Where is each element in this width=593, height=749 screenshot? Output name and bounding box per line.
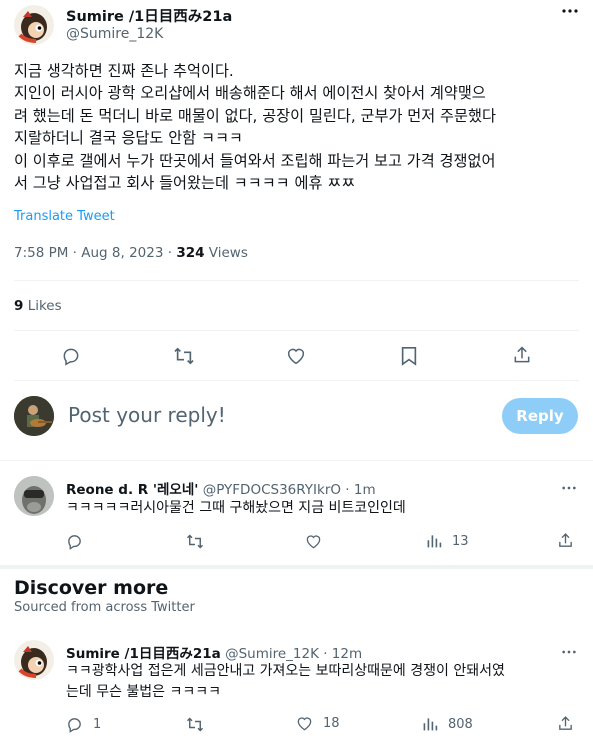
divider	[14, 280, 579, 281]
author-avatar[interactable]	[14, 5, 54, 45]
discover-replies-count: 1	[93, 717, 102, 732]
discover-text-line: ㅋㅋ광학사업 접은게 세금안내고 가져오는 보따리상때문에 경쟁이 안돼서였	[66, 663, 505, 679]
discover-replies[interactable]: 1	[66, 716, 101, 733]
reply-author-name[interactable]: Reone d. R '레오네'	[66, 482, 198, 498]
tweet-text-line: 려 했는데 돈 먹더니 바로 매물이 없다, 공장이 밀린다, 군부가 먼저 주…	[14, 106, 496, 125]
discover-retweet-icon[interactable]	[186, 716, 204, 733]
reply-button[interactable]: Reply	[502, 398, 578, 434]
tweet-text-line: 지랄하더니 결국 응답도 안함 ㅋㅋㅋ	[14, 129, 243, 148]
reply-views[interactable]: 13	[426, 533, 469, 549]
discover-author-handle[interactable]: @Sumire_12K	[225, 646, 319, 662]
user-avatar	[14, 396, 54, 436]
discover-share-icon[interactable]	[557, 715, 574, 732]
discover-likes-count: 18	[323, 716, 340, 731]
author-name[interactable]: Sumire /1日目西み21a	[66, 5, 232, 26]
tweet-text: 지금 생각하면 진짜 존나 추억이다. 지인이 러시아 광학 오리샵에서 배송해…	[14, 60, 584, 194]
share-icon[interactable]	[512, 345, 532, 365]
reply-icon[interactable]	[61, 346, 81, 366]
tweet-text-line: 지금 생각하면 진짜 존나 추억이다.	[14, 62, 234, 80]
like-icon[interactable]	[286, 347, 306, 365]
tweet-text-line: 서 그냥 사업접고 회사 들어왔는데 ㅋㅋㅋㅋ 에휴 ㅉㅉ	[14, 174, 356, 193]
discover-author-avatar[interactable]	[14, 640, 54, 680]
discover-text-line: 는데 무슨 불법은 ㅋㅋㅋㅋ	[66, 684, 222, 700]
divider	[14, 330, 579, 331]
reply-author-handle[interactable]: @PYFDOCS36RYIkrO	[203, 482, 341, 498]
tweet-timestamp[interactable]: 7:58 PM · Aug 8, 2023 ·	[14, 245, 176, 261]
views-icon	[427, 535, 442, 548]
discover-like-icon	[297, 717, 312, 731]
likes-label: Likes	[23, 298, 62, 314]
discover-views[interactable]: 808	[422, 716, 473, 732]
reply-retweet-icon[interactable]	[186, 533, 204, 550]
views-label: Views	[204, 245, 248, 261]
discover-time[interactable]: · 12m	[319, 646, 362, 662]
reply-author-avatar[interactable]	[14, 476, 54, 516]
discover-reply-icon	[68, 718, 81, 733]
discover-likes[interactable]: 18	[296, 716, 340, 731]
likes-count: 9	[14, 298, 24, 314]
author-handle[interactable]: @Sumire_12K	[66, 26, 163, 42]
tweet-text-line: 이 이후로 갤에서 누가 딴곳에서 들여와서 조립해 파는거 보고 가격 경쟁없…	[14, 151, 496, 170]
likes-stat[interactable]: 9 Likes	[14, 298, 62, 314]
tweet-text-line: 지인이 러시아 광학 오리샵에서 배송해준다 해서 에이전시 찾아서 계약맺으	[14, 84, 486, 103]
discover-author-name[interactable]: Sumire /1日目西み21a	[66, 646, 221, 662]
divider	[14, 380, 579, 381]
reply-text: ㅋㅋㅋㅋㅋ러시아물건 그때 구해놨으면 지금 비트코인인데	[66, 500, 406, 516]
discover-title: Discover more	[14, 577, 169, 599]
reply-time[interactable]: · 1m	[341, 482, 375, 498]
retweet-icon[interactable]	[173, 346, 195, 366]
reply-input[interactable]: Post your reply!	[68, 403, 488, 427]
reply-reply-icon[interactable]	[66, 533, 83, 550]
reply-share-icon[interactable]	[557, 532, 574, 549]
discover-views-icon	[423, 718, 438, 731]
reply-header: Reone d. R '레오네' @PYFDOCS36RYIkrO · 1m	[66, 478, 376, 498]
discover-text: ㅋㅋ광학사업 접은게 세금안내고 가져오는 보따리상때문에 경쟁이 안돼서였 는…	[66, 661, 505, 703]
bookmark-icon[interactable]	[400, 346, 418, 366]
more-options-icon[interactable]	[561, 8, 579, 14]
discover-views-count: 808	[448, 716, 473, 732]
translate-tweet-link[interactable]: Translate Tweet	[14, 209, 115, 224]
discover-header: Sumire /1日目西み21a @Sumire_12K · 12m	[66, 642, 362, 662]
divider	[0, 460, 593, 461]
reply-like-icon[interactable]	[305, 534, 322, 549]
divider	[0, 565, 593, 569]
discover-subtitle: Sourced from across Twitter	[14, 600, 195, 615]
reply-more-options-icon[interactable]	[561, 485, 577, 491]
discover-more-options-icon[interactable]	[561, 649, 577, 655]
reply-views-count: 13	[452, 533, 469, 549]
views-count: 324	[176, 245, 205, 261]
tweet-meta: 7:58 PM · Aug 8, 2023 · 324 Views	[14, 245, 248, 261]
